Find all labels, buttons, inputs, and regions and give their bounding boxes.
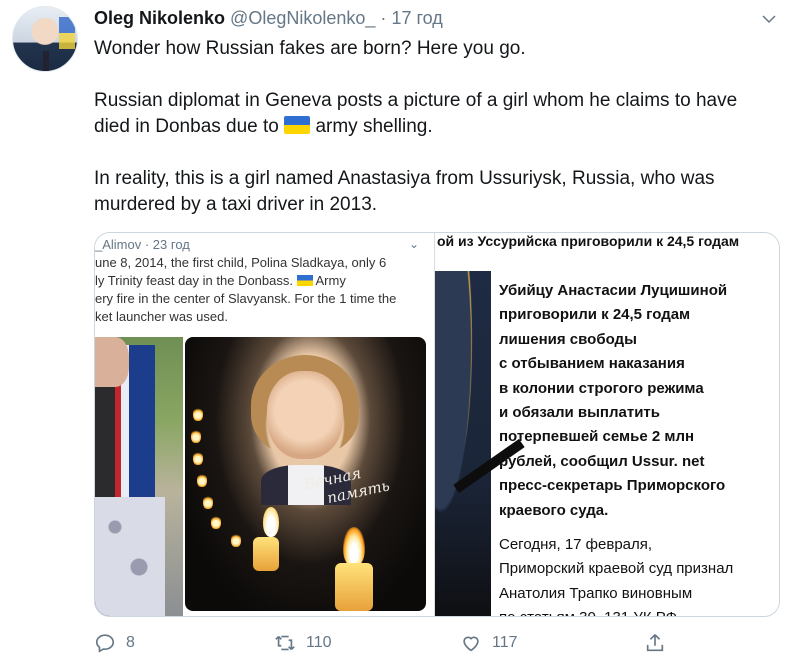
embedded-line-2a: ly Trinity feast day in the Donbass. xyxy=(95,273,293,288)
tweet-media[interactable]: _Alimov · 23 год ⌄ une 8, 2014, the firs… xyxy=(94,232,780,617)
article-headline: ой из Уссурийска приговорили к 24,5 года… xyxy=(437,233,740,249)
tweet-actions: 8 110 117 xyxy=(94,630,784,656)
embedded-line-2: ly Trinity feast day in the Donbass. Arm… xyxy=(95,273,346,288)
candle-icon xyxy=(193,407,203,421)
like-button[interactable]: 117 xyxy=(460,630,518,656)
embedded-tweet-screenshot: _Alimov · 23 год ⌄ une 8, 2014, the firs… xyxy=(95,233,434,616)
article-bold-line: рублей, сообщил Ussur. net xyxy=(499,452,705,470)
article-bold-line: краевого суда. xyxy=(499,501,609,519)
article-normal-line: Приморский краевой суд признал xyxy=(499,560,734,578)
reply-button[interactable]: 8 xyxy=(94,630,135,656)
tweet-line-4: In reality, this is a girl named Anastas… xyxy=(94,168,715,189)
article-bold-line: пресс-секретарь Приморского xyxy=(499,477,726,495)
ukraine-flag-icon xyxy=(284,116,311,134)
candle-icon xyxy=(197,473,207,487)
candle-icon xyxy=(335,563,373,611)
person-head xyxy=(95,337,129,387)
ukraine-flag-icon xyxy=(296,275,313,286)
embedded-line-3: ery fire in the center of Slavyansk. For… xyxy=(95,291,397,306)
article-bold-line: и обязали выплатить xyxy=(499,404,660,422)
flag-decoration xyxy=(59,17,75,49)
reply-count: 8 xyxy=(126,634,135,651)
candle-icon xyxy=(193,451,203,465)
article-bold-line: лишения свободы xyxy=(499,330,637,348)
portrait-photo xyxy=(435,271,525,616)
article-bold-line: с отбыванием наказания xyxy=(499,355,685,373)
article-bold-line: в колонии строгого режима xyxy=(499,379,704,397)
retweet-count: 110 xyxy=(306,634,332,651)
flame-icon xyxy=(263,507,279,537)
memorial-photo: Вечная память xyxy=(185,337,426,611)
like-count: 117 xyxy=(492,634,518,651)
tweet-line-3b: army shelling. xyxy=(315,116,433,137)
article-bold-text: Убийцу Анастасии Луцишиной приговорили к… xyxy=(499,279,779,523)
article-normal-line: по статьям 30, 131 УК РФ xyxy=(499,606,779,616)
girl-face xyxy=(267,371,343,459)
floral-dress xyxy=(95,497,165,616)
article-bold-line: Убийцу Анастасии Луцишиной xyxy=(499,282,728,299)
embedded-handle: _Alimov · 23 год xyxy=(95,237,190,252)
tweet-line-2: Russian diplomat in Geneva posts a pictu… xyxy=(94,90,738,111)
reply-icon xyxy=(95,634,115,653)
news-article-screenshot: ой из Уссурийска приговорили к 24,5 года… xyxy=(434,233,779,616)
tweet-line-3: died in Donbas due to army shelling. xyxy=(94,114,784,140)
crowd-photo xyxy=(95,337,183,616)
article-normal-text: Сегодня, 17 февраля, Приморский краевой … xyxy=(499,533,779,616)
heart-icon xyxy=(463,636,479,652)
candle-icon xyxy=(253,537,279,571)
candle-icon xyxy=(203,495,213,509)
chevron-down-icon[interactable] xyxy=(760,10,778,28)
retweet-icon xyxy=(275,635,295,651)
embedded-line-1: une 8, 2014, the first child, Polina Sla… xyxy=(95,255,387,270)
tie-decoration xyxy=(43,51,49,71)
avatar[interactable] xyxy=(12,6,78,72)
candle-icon xyxy=(191,429,201,443)
flame-icon xyxy=(343,527,365,567)
article-bold-line: потерпевшей семье 2 млн xyxy=(499,428,695,446)
article-normal-line: Сегодня, 17 февраля, xyxy=(499,536,653,553)
author-handle[interactable]: @OlegNikolenko_ xyxy=(230,8,375,28)
candle-icon xyxy=(231,533,241,547)
timestamp[interactable]: 17 год xyxy=(391,8,442,28)
tweet-line-5: murdered by a taxi driver in 2013. xyxy=(94,194,378,215)
embedded-chevron-icon: ⌄ xyxy=(409,237,420,251)
share-icon xyxy=(646,634,664,652)
author-name[interactable]: Oleg Nikolenko xyxy=(94,8,225,28)
article-bold-line: приговорили к 24,5 годам xyxy=(499,306,691,324)
article-normal-line: Анатолия Трапко виновным xyxy=(499,584,693,602)
tweet-header: Oleg Nikolenko @OlegNikolenko_ · 17 год xyxy=(94,8,443,29)
candle-icon xyxy=(211,515,221,529)
embedded-line-2b: Army xyxy=(315,273,346,288)
embedded-line-4: ket launcher was used. xyxy=(95,309,228,324)
retweet-button[interactable]: 110 xyxy=(274,630,332,656)
separator: · xyxy=(380,8,387,28)
tweet-line-1: Wonder how Russian fakes are born? Here … xyxy=(94,38,526,59)
share-button[interactable] xyxy=(644,630,666,656)
tweet-line-3a: died in Donbas due to xyxy=(94,116,279,137)
